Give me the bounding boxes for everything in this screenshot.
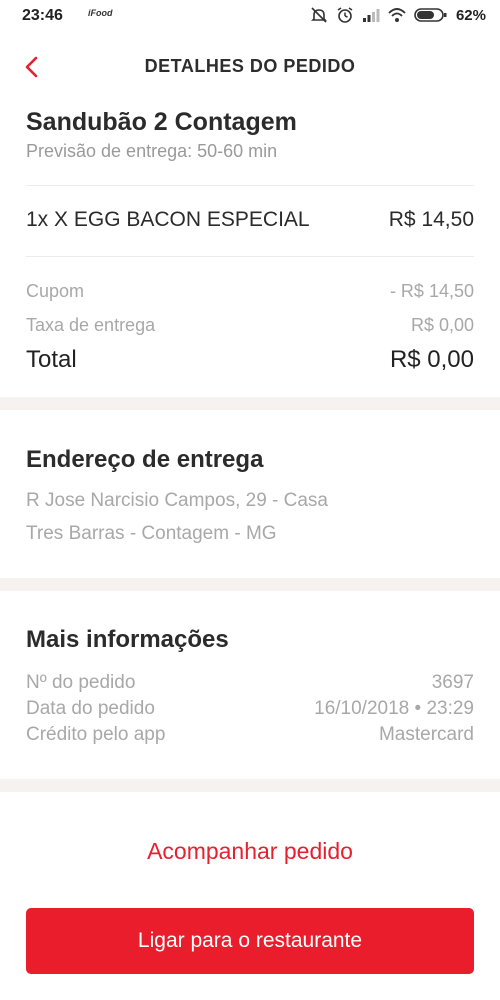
coupon-row: Cupom - R$ 14,50 [26, 281, 474, 302]
info-title: Mais informações [26, 626, 229, 653]
section-separator [0, 578, 500, 591]
signal-icon [362, 6, 380, 24]
order-date-label: Data do pedido [26, 698, 155, 719]
total-row: Total R$ 0,00 [26, 346, 474, 374]
section-separator [0, 397, 500, 410]
status-time: 23:46 [22, 7, 63, 24]
section-separator [0, 779, 500, 792]
call-restaurant-button[interactable]: Ligar para o restaurante [26, 908, 474, 974]
track-order-link[interactable]: Acompanhar pedido [0, 838, 500, 865]
battery-icon [414, 6, 448, 24]
app-header: DETALHES DO PEDIDO [0, 32, 500, 102]
page-title: DETALHES DO PEDIDO [144, 56, 356, 76]
total-label: Total [26, 346, 77, 373]
total-value: R$ 0,00 [389, 346, 474, 373]
delivery-estimate: Previsão de entrega: 50-60 min [26, 141, 278, 161]
item-price: R$ 14,50 [388, 208, 474, 231]
order-date-row: Data do pedido 16/10/2018 • 23:29 [26, 698, 474, 720]
order-number-label: Nº do pedido [26, 672, 136, 693]
order-date-value: 16/10/2018 • 23:29 [314, 698, 474, 719]
coupon-label: Cupom [26, 281, 85, 301]
address-line-1: R Jose Narcisio Campos, 29 - Casa [26, 490, 328, 511]
divider [26, 185, 474, 186]
address-title: Endereço de entrega [26, 446, 264, 473]
payment-label: Crédito pelo app [26, 724, 166, 745]
battery-percentage: 62% [455, 6, 486, 24]
item-label: 1x X EGG BACON ESPECIAL [26, 208, 310, 231]
status-icons: 62% [310, 6, 486, 24]
payment-row: Crédito pelo app Mastercard [26, 724, 474, 746]
delivery-fee-row: Taxa de entrega R$ 0,00 [26, 315, 474, 336]
app-notification-label: iFood [88, 8, 113, 18]
coupon-value: - R$ 14,50 [389, 281, 474, 301]
delivery-fee-value: R$ 0,00 [410, 315, 474, 335]
divider [26, 256, 474, 257]
restaurant-name: Sandubão 2 Contagem [26, 108, 297, 136]
address-line-2: Tres Barras - Contagem - MG [26, 523, 277, 544]
order-number-row: Nº do pedido 3697 [26, 672, 474, 694]
delivery-fee-label: Taxa de entrega [26, 315, 156, 335]
status-bar: 23:46 iFood 62% [0, 0, 500, 32]
order-item-row: 1x X EGG BACON ESPECIAL R$ 14,50 [26, 208, 474, 232]
order-number-value: 3697 [431, 672, 474, 693]
alarm-icon [336, 6, 354, 24]
mute-icon [310, 6, 328, 24]
payment-value: Mastercard [378, 724, 474, 745]
wifi-icon [388, 6, 406, 24]
